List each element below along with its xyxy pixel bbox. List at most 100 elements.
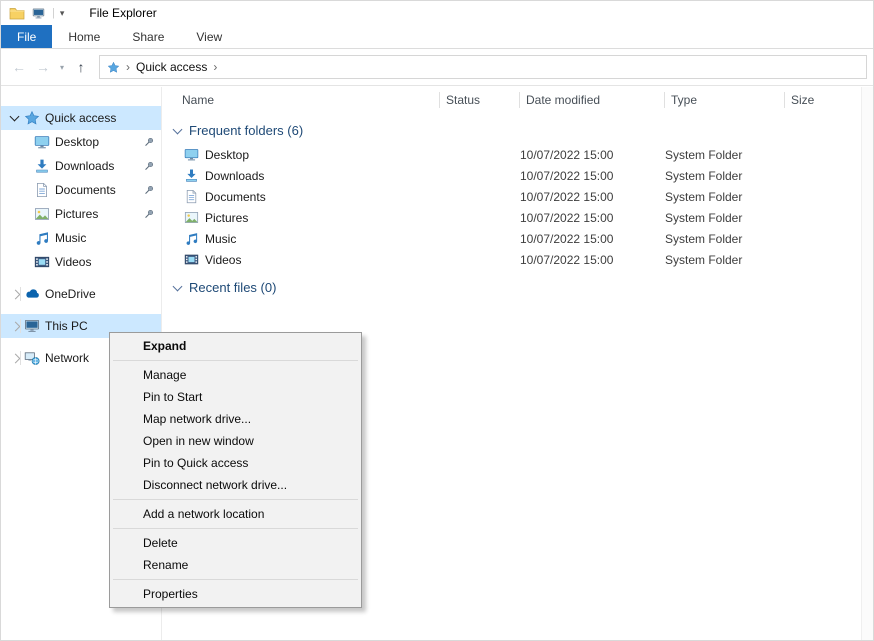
- column-header-label: Type: [671, 93, 697, 107]
- column-headers: NameStatusDate modified Type Size: [162, 87, 873, 113]
- menu-item-map-network-drive[interactable]: Map network drive...: [110, 408, 361, 430]
- file-name-cell: Pictures: [162, 207, 440, 228]
- music-icon: [33, 230, 51, 246]
- chevron-right-icon[interactable]: [7, 314, 21, 338]
- sidebar-item-music[interactable]: Music: [1, 226, 161, 250]
- onedrive-icon: [23, 286, 41, 302]
- group-header-frequent-folders[interactable]: Frequent folders (6): [162, 123, 873, 138]
- group-chevron-icon[interactable]: [172, 282, 184, 294]
- window-icon[interactable]: [32, 7, 45, 20]
- file-size-cell: [785, 165, 863, 186]
- forward-button[interactable]: →: [31, 55, 55, 79]
- file-date-modified-cell: 10/07/2022 15:00: [520, 249, 665, 270]
- file-name: Videos: [205, 253, 241, 267]
- menu-item-manage[interactable]: Manage: [110, 364, 361, 386]
- ribbon-tab-share[interactable]: Share: [116, 25, 180, 48]
- file-row-documents[interactable]: Documents10/07/2022 15:00System Folder: [162, 186, 873, 207]
- vertical-scrollbar[interactable]: [861, 87, 873, 640]
- file-row-videos[interactable]: Videos10/07/2022 15:00System Folder: [162, 249, 873, 270]
- sidebar-item-label: Quick access: [45, 111, 116, 125]
- sidebar-item-documents[interactable]: Documents: [1, 178, 161, 202]
- pin-icon: [143, 136, 155, 151]
- menu-separator: [113, 528, 358, 529]
- file-explorer-window: | ▾ File Explorer FileHomeShareView ← → …: [0, 0, 874, 641]
- menu-item-rename[interactable]: Rename: [110, 554, 361, 576]
- ribbon-tab-view[interactable]: View: [180, 25, 238, 48]
- qat-chevron-icon[interactable]: ▾: [60, 8, 65, 19]
- pin-icon: [143, 184, 155, 199]
- documents-icon: [184, 189, 199, 204]
- sidebar-item-label: Desktop: [55, 135, 99, 149]
- menu-item-delete[interactable]: Delete: [110, 532, 361, 554]
- up-button[interactable]: ↑: [69, 55, 93, 79]
- file-name-cell: Documents: [162, 186, 440, 207]
- chevron-right-icon[interactable]: [7, 346, 21, 370]
- column-header-size[interactable]: Size: [785, 87, 863, 113]
- file-type-cell: System Folder: [665, 144, 785, 165]
- file-name: Pictures: [205, 211, 248, 225]
- star-icon: [23, 110, 41, 126]
- file-status-cell: [440, 249, 520, 270]
- window-title: File Explorer: [89, 6, 156, 20]
- file-row-downloads[interactable]: Downloads10/07/2022 15:00System Folder: [162, 165, 873, 186]
- breadcrumb-chevron-icon[interactable]: ›: [213, 60, 217, 74]
- sidebar-item-quick-access[interactable]: Quick access: [1, 106, 161, 130]
- file-date-modified-cell: 10/07/2022 15:00: [520, 186, 665, 207]
- sidebar-item-videos[interactable]: Videos: [1, 250, 161, 274]
- file-row-pictures[interactable]: Pictures 10/07/2022 15:00System Folder: [162, 207, 873, 228]
- sidebar-item-downloads[interactable]: Downloads: [1, 154, 161, 178]
- file-type-cell: System Folder: [665, 207, 785, 228]
- sidebar-item-desktop[interactable]: Desktop: [1, 130, 161, 154]
- address-bar[interactable]: › Quick access ›: [99, 55, 867, 79]
- pictures-icon: [184, 210, 199, 225]
- recent-locations-dropdown[interactable]: ▾: [55, 55, 69, 79]
- file-group-frequent-folders: Frequent folders (6)Desktop10/07/2022 15…: [162, 123, 873, 270]
- sidebar-item-pictures[interactable]: Pictures: [1, 202, 161, 226]
- ribbon-tab-home[interactable]: Home: [52, 25, 116, 48]
- column-header-type[interactable]: Type: [665, 87, 785, 113]
- file-date-modified-cell: 10/07/2022 15:00: [520, 165, 665, 186]
- file-size-cell: [785, 186, 863, 207]
- downloads-icon: [33, 158, 51, 174]
- breadcrumb[interactable]: Quick access: [136, 60, 207, 74]
- file-size-cell: [785, 144, 863, 165]
- column-header-name[interactable]: Name: [162, 87, 440, 113]
- ribbon-tab-file[interactable]: File: [1, 25, 52, 48]
- videos-icon: [33, 254, 51, 270]
- group-chevron-icon[interactable]: [172, 125, 184, 137]
- menu-item-properties[interactable]: Properties: [110, 583, 361, 605]
- pin-icon: [143, 160, 155, 175]
- file-date-modified-cell: 10/07/2022 15:00: [520, 207, 665, 228]
- menu-item-pin-to-start[interactable]: Pin to Start: [110, 386, 361, 408]
- file-size-cell: [785, 228, 863, 249]
- sidebar-item-label: Videos: [55, 255, 91, 269]
- column-header-status[interactable]: Status: [440, 87, 520, 113]
- menu-item-add-a-network-location[interactable]: Add a network location: [110, 503, 361, 525]
- file-row-desktop[interactable]: Desktop10/07/2022 15:00System Folder: [162, 144, 873, 165]
- file-name-cell: Desktop: [162, 144, 440, 165]
- breadcrumb-chevron-icon[interactable]: ›: [126, 60, 130, 74]
- navigation-toolbar: ← → ▾ ↑ › Quick access ›: [1, 49, 873, 86]
- group-header-recent-files[interactable]: Recent files (0): [162, 280, 873, 295]
- file-row-music[interactable]: Music 10/07/2022 15:00System Folder: [162, 228, 873, 249]
- desktop-icon: [184, 147, 199, 162]
- menu-item-disconnect-network-drive[interactable]: Disconnect network drive...: [110, 474, 361, 496]
- file-date-modified-cell: 10/07/2022 15:00: [520, 228, 665, 249]
- back-button[interactable]: ←: [7, 55, 31, 79]
- chevron-down-icon[interactable]: [7, 111, 21, 125]
- qat-separator: |: [52, 7, 55, 19]
- column-header-date-modified[interactable]: Date modified: [520, 87, 665, 113]
- file-name: Music: [205, 232, 236, 246]
- chevron-right-icon[interactable]: [7, 282, 21, 306]
- pin-icon: [143, 208, 155, 223]
- menu-item-open-in-new-window[interactable]: Open in new window: [110, 430, 361, 452]
- menu-separator: [113, 499, 358, 500]
- file-type-cell: System Folder: [665, 228, 785, 249]
- menu-item-pin-to-quick-access[interactable]: Pin to Quick access: [110, 452, 361, 474]
- context-menu: Expand ManagePin to StartMap network driv…: [109, 332, 362, 608]
- downloads-icon: [184, 168, 199, 183]
- sidebar-item-label: This PC: [45, 319, 88, 333]
- file-status-cell: [440, 186, 520, 207]
- sidebar-item-onedrive[interactable]: OneDrive: [1, 282, 161, 306]
- menu-item-expand[interactable]: Expand: [110, 335, 361, 357]
